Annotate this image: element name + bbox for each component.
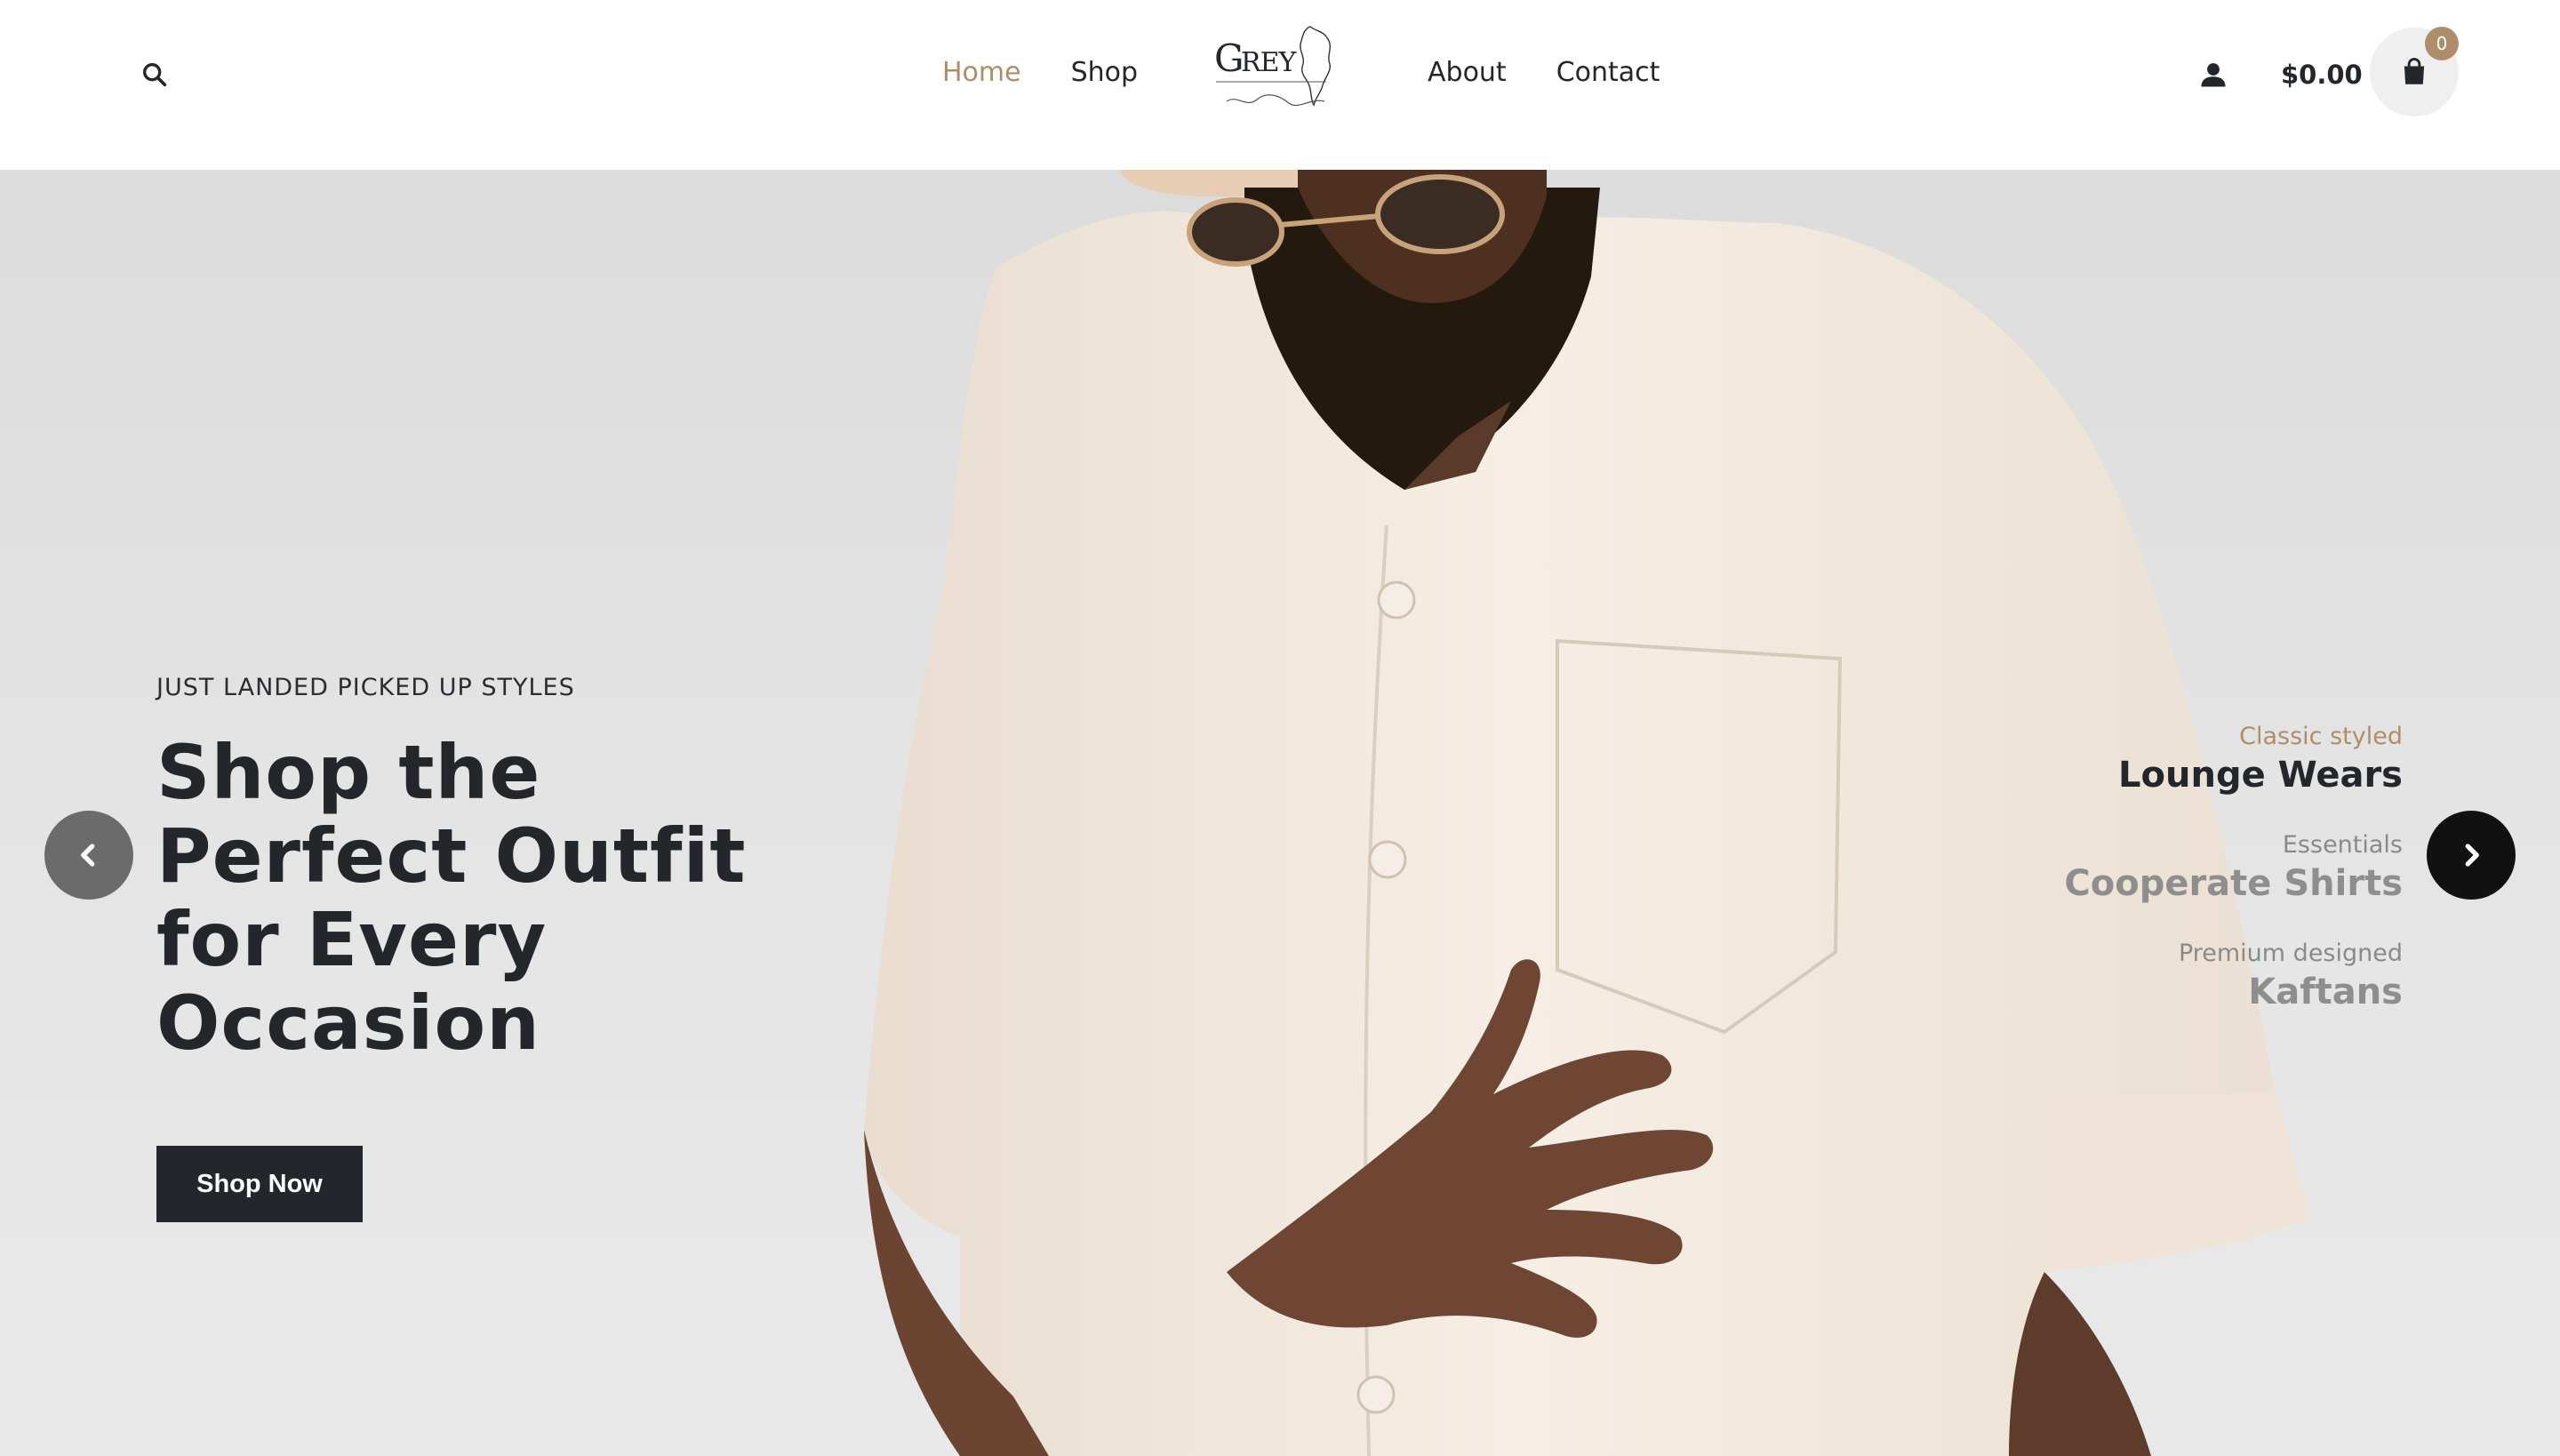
hero-eyebrow: JUST LANDED PICKED UP STYLES — [156, 674, 575, 701]
slide-title: Lounge Wears — [2118, 755, 2403, 796]
search-button[interactable] — [135, 55, 174, 94]
slide-navigation: Classic styled Lounge Wears Essentials C… — [1958, 721, 2403, 1046]
search-icon — [142, 62, 167, 87]
account-button[interactable] — [2192, 53, 2235, 96]
nav-home[interactable]: Home — [942, 52, 1021, 94]
cart-total[interactable]: $0.00 — [2281, 53, 2363, 96]
slide-item-kaftans[interactable]: Premium designed Kaftans — [1958, 938, 2403, 1014]
primary-nav-left: Home Shop — [942, 52, 1188, 94]
chevron-left-icon — [81, 844, 95, 867]
slide-subtitle: Classic styled — [2239, 723, 2403, 750]
next-slide-button[interactable] — [2427, 811, 2516, 900]
hero-copy: JUST LANDED PICKED UP STYLES Shop the Pe… — [156, 670, 832, 1065]
svg-text:REY: REY — [1241, 47, 1297, 78]
primary-nav-right: About Contact — [1428, 52, 1709, 94]
shopping-bag-icon — [2404, 58, 2425, 84]
svg-text:G: G — [1214, 36, 1244, 80]
headline-line: for Every — [156, 896, 548, 983]
headline-line: Shop the — [156, 729, 541, 816]
slide-title: Kaftans — [2248, 972, 2403, 1012]
slide-subtitle: Essentials — [2282, 831, 2403, 859]
shop-now-button[interactable]: Shop Now — [156, 1146, 363, 1222]
slide-item-cooperate-shirts[interactable]: Essentials Cooperate Shirts — [1958, 829, 2403, 906]
cart-count-badge: 0 — [2425, 27, 2459, 60]
nav-contact[interactable]: Contact — [1556, 52, 1660, 94]
nav-shop[interactable]: Shop — [1071, 52, 1138, 94]
slide-title: Cooperate Shirts — [2064, 863, 2403, 904]
hero-slider: JUST LANDED PICKED UP STYLES Shop the Pe… — [0, 170, 2560, 1456]
grey-logo[interactable]: G REY — [1211, 20, 1344, 117]
logo-mark: G REY — [1214, 26, 1332, 107]
headline-line: Occasion — [156, 980, 540, 1067]
hero-headline: Shop the Perfect Outfit for Every Occasi… — [156, 731, 832, 1065]
slide-subtitle: Premium designed — [2178, 940, 2403, 967]
user-icon — [2201, 63, 2226, 87]
prev-slide-button[interactable] — [44, 811, 133, 900]
chevron-right-icon — [2465, 844, 2479, 867]
headline-line: Perfect Outfit — [156, 812, 747, 900]
slide-item-lounge-wears[interactable]: Classic styled Lounge Wears — [1958, 721, 2403, 797]
nav-about[interactable]: About — [1428, 52, 1507, 94]
site-header: Home Shop G REY About Contact $0.00 0 — [0, 0, 2560, 170]
